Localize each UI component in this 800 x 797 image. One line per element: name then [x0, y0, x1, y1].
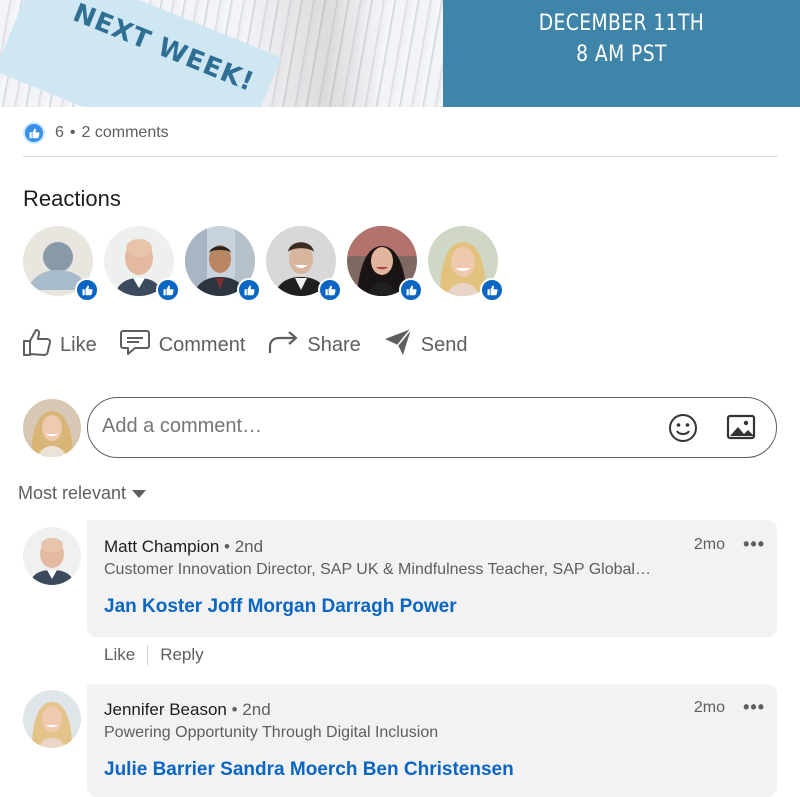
comment-label: Comment	[158, 333, 246, 356]
sort-label: Most relevant	[18, 483, 127, 503]
comment-like-button[interactable]: Like	[104, 645, 135, 665]
commenter-name[interactable]: Matt Champion • 2nd	[104, 537, 263, 557]
image-icon[interactable]	[726, 413, 756, 446]
reactions-avatar-list	[23, 226, 509, 302]
comment-bubble: Matt Champion • 2nd Customer Innovation …	[87, 520, 777, 637]
emoji-icon[interactable]	[668, 413, 698, 448]
comments-count[interactable]: 2 comments	[82, 124, 169, 142]
comment-bubble: Jennifer Beason • 2nd Powering Opportuni…	[87, 684, 777, 797]
commenter-headline: Powering Opportunity Through Digital Inc…	[104, 724, 439, 741]
caret-down-icon	[132, 489, 147, 498]
separator-dot: •	[69, 124, 76, 141]
divider	[23, 156, 778, 157]
like-button[interactable]: Like	[22, 328, 97, 362]
comment-button[interactable]: Comment	[119, 328, 246, 362]
commenter-name-text[interactable]: Jennifer Beason	[104, 700, 227, 719]
commenter-avatar[interactable]	[23, 527, 81, 585]
banner-date-line1: DECEMBER 11TH	[538, 11, 705, 36]
comment-timestamp: 2mo	[693, 536, 725, 553]
comment-bubble-icon	[119, 328, 159, 362]
reaction-count[interactable]: 6	[55, 124, 64, 142]
like-badge-icon	[237, 278, 261, 302]
like-badge-icon	[399, 278, 423, 302]
send-button[interactable]: Send	[383, 328, 468, 362]
social-counts[interactable]: 6 • 2 comments	[23, 121, 169, 145]
comment-mentions[interactable]: Julie Barrier Sandra Moerch Ben Christen…	[104, 759, 514, 781]
connection-degree: • 2nd	[224, 537, 264, 556]
banner-date-line2: 8 AM PST	[576, 42, 667, 67]
reactor-avatar[interactable]	[347, 226, 423, 302]
reactor-avatar[interactable]	[266, 226, 342, 302]
commenter-headline: Customer Innovation Director, SAP UK & M…	[104, 561, 651, 578]
comment-mentions[interactable]: Jan Koster Joff Morgan Darragh Power	[104, 596, 457, 618]
commenter-avatar[interactable]	[23, 690, 81, 748]
banner-date: DECEMBER 11TH 8 AM PST	[470, 8, 773, 70]
like-badge-icon	[318, 278, 342, 302]
send-label: Send	[420, 333, 468, 356]
comment-composer[interactable]	[87, 397, 777, 458]
reactor-avatar[interactable]	[185, 226, 261, 302]
reactor-avatar[interactable]	[104, 226, 180, 302]
post-banner-image[interactable]: NEXT WEEK! DECEMBER 11TH 8 AM PST	[0, 0, 800, 107]
comment-actions: Like Reply	[104, 645, 204, 665]
comment-reply-button[interactable]: Reply	[160, 645, 203, 665]
post-action-bar: Like Comment Share Send	[22, 328, 490, 362]
like-reaction-icon	[23, 122, 45, 144]
like-badge-icon	[480, 278, 504, 302]
commenter-name-text[interactable]: Matt Champion	[104, 537, 219, 556]
share-label: Share	[307, 333, 361, 356]
more-options-icon[interactable]: •••	[743, 697, 765, 718]
current-user-avatar[interactable]	[23, 399, 81, 457]
more-options-icon[interactable]: •••	[743, 534, 765, 555]
divider	[147, 645, 149, 665]
comment-timestamp: 2mo	[693, 699, 725, 716]
share-arrow-icon	[267, 329, 307, 361]
thumbs-up-icon	[22, 326, 60, 364]
reactor-avatar[interactable]	[23, 226, 99, 302]
send-paper-plane-icon	[383, 327, 421, 363]
commenter-name[interactable]: Jennifer Beason • 2nd	[104, 700, 271, 720]
comment-sort-dropdown[interactable]: Most relevant	[18, 483, 147, 504]
like-badge-icon	[156, 278, 180, 302]
reactions-title: Reactions	[23, 186, 121, 211]
like-badge-icon	[75, 278, 99, 302]
like-label: Like	[60, 333, 97, 356]
share-button[interactable]: Share	[267, 328, 361, 362]
connection-degree: • 2nd	[231, 700, 271, 719]
reactor-avatar[interactable]	[428, 226, 504, 302]
comment-input[interactable]	[102, 415, 622, 438]
